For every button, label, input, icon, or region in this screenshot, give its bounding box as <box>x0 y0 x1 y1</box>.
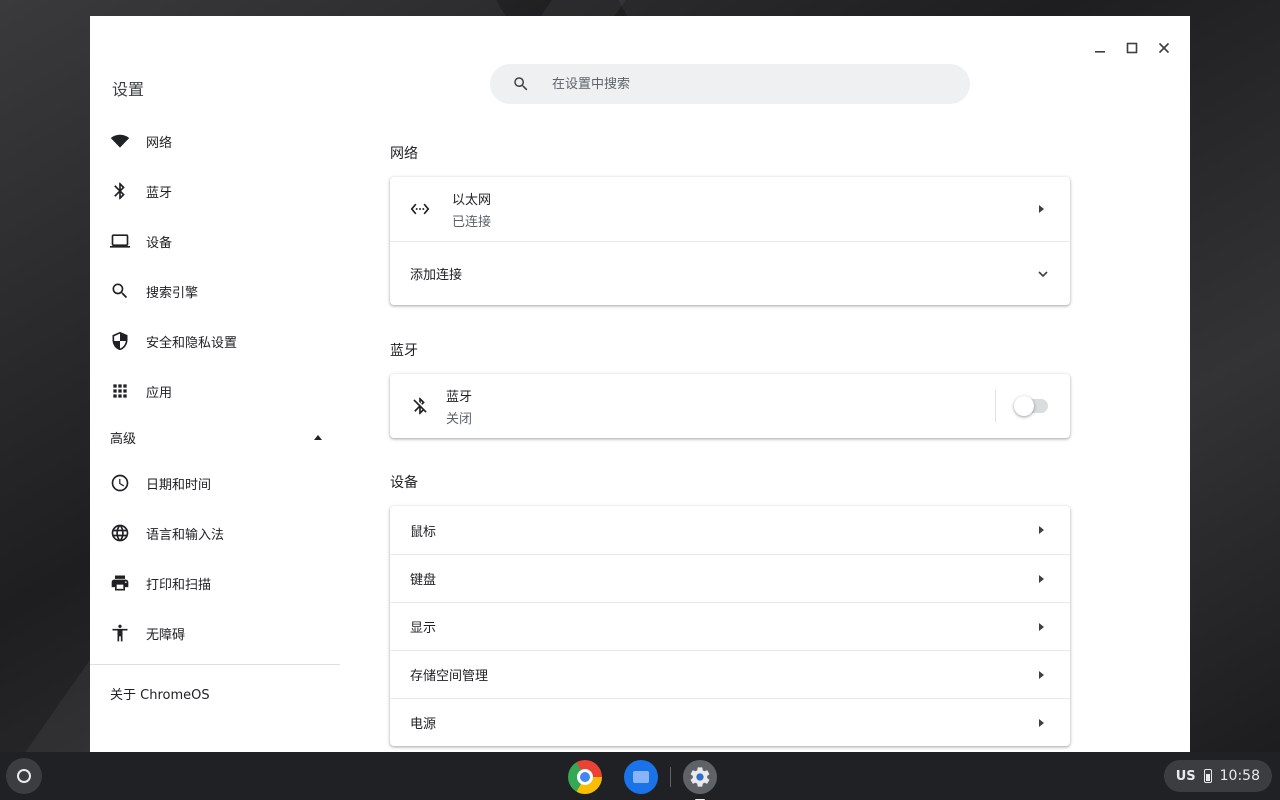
shelf-separator <box>670 767 671 787</box>
search-icon <box>110 281 130 301</box>
clock-icon <box>110 473 130 493</box>
sidebar-item-label: 无障碍 <box>146 627 186 643</box>
arrow-right-icon <box>1039 718 1044 727</box>
chrome-icon[interactable] <box>568 760 602 794</box>
battery-icon <box>1203 769 1212 783</box>
sidebar-item-accessibility[interactable]: 无障碍 <box>90 608 340 658</box>
sidebar-item-network[interactable]: 网络 <box>90 116 340 166</box>
settings-window: 设置 网络 蓝牙 设备 搜索引擎 安全和隐私设置 应用 <box>90 16 1190 752</box>
arrow-right-icon <box>1039 670 1044 679</box>
sidebar-item-security[interactable]: 安全和隐私设置 <box>90 316 340 366</box>
device-row-power[interactable]: 电源 <box>390 698 1070 746</box>
add-connection-label: 添加连接 <box>410 268 463 283</box>
ethernet-icon <box>410 199 434 219</box>
app-title: 设置 <box>112 80 145 99</box>
sidebar-item-apps[interactable]: 应用 <box>90 366 340 416</box>
device-row-mouse[interactable]: 鼠标 <box>390 506 1070 554</box>
shelf-apps <box>568 760 717 800</box>
section-title-device: 设备 <box>390 475 418 491</box>
sidebar-item-language[interactable]: 语言和输入法 <box>90 508 340 558</box>
files-icon[interactable] <box>624 760 658 794</box>
ethernet-name: 以太网 <box>452 192 492 208</box>
settings-search[interactable] <box>490 64 970 104</box>
sidebar-item-label: 搜索引擎 <box>146 285 199 301</box>
search-icon <box>512 75 530 93</box>
bluetooth-row[interactable]: 蓝牙 关闭 <box>390 374 1070 438</box>
sidebar-item-label: 设备 <box>146 235 173 251</box>
window-controls <box>1084 36 1180 60</box>
sidebar: 网络 蓝牙 设备 搜索引擎 安全和隐私设置 应用 高级 日期和时间 语言和输入法… <box>90 116 340 721</box>
chevron-down-icon <box>1036 267 1050 281</box>
caret-up-icon <box>314 434 322 440</box>
bluetooth-card: 蓝牙 关闭 <box>390 374 1070 438</box>
bluetooth-toggle[interactable] <box>1014 396 1048 416</box>
launcher-button[interactable] <box>6 758 42 794</box>
section-title-network: 网络 <box>390 146 418 162</box>
sidebar-item-print-scan[interactable]: 打印和扫描 <box>90 558 340 608</box>
sidebar-item-bluetooth[interactable]: 蓝牙 <box>90 166 340 216</box>
arrow-right-icon <box>1039 622 1044 631</box>
advanced-toggle[interactable]: 高级 <box>90 416 340 458</box>
ethernet-row[interactable]: 以太网 已连接 <box>390 177 1070 241</box>
accessibility-icon <box>110 623 130 643</box>
laptop-icon <box>110 231 130 251</box>
bluetooth-status: 关闭 <box>446 411 473 427</box>
minimize-icon <box>1095 51 1105 53</box>
device-card: 鼠标 键盘 显示 存储空间管理 电源 <box>390 506 1070 746</box>
sidebar-item-about[interactable]: 关于 ChromeOS <box>90 665 340 721</box>
add-connection-row[interactable]: 添加连接 <box>390 241 1070 305</box>
settings-icon[interactable] <box>683 760 717 800</box>
device-row-label: 键盘 <box>410 573 437 588</box>
sidebar-item-label: 打印和扫描 <box>146 577 212 593</box>
bluetooth-disabled-icon <box>410 396 434 416</box>
arrow-right-icon <box>1039 526 1044 534</box>
sidebar-item-label: 语言和输入法 <box>146 527 225 543</box>
printer-icon <box>110 573 130 593</box>
shelf: US 10:58 <box>0 752 1280 800</box>
device-row-label: 存储空间管理 <box>410 669 489 684</box>
device-row-storage[interactable]: 存储空间管理 <box>390 650 1070 698</box>
ethernet-status: 已连接 <box>452 214 492 230</box>
arrow-right-icon <box>1039 574 1044 583</box>
close-icon <box>1158 42 1170 54</box>
bluetooth-name: 蓝牙 <box>446 389 473 405</box>
arrow-right-icon <box>1039 205 1044 213</box>
device-row-label: 鼠标 <box>410 524 437 540</box>
sidebar-item-label: 日期和时间 <box>146 477 212 493</box>
sidebar-item-search-engine[interactable]: 搜索引擎 <box>90 266 340 316</box>
network-card: 以太网 已连接 添加连接 <box>390 177 1070 305</box>
device-row-label: 电源 <box>410 717 437 732</box>
sidebar-item-label: 安全和隐私设置 <box>146 335 238 351</box>
launcher-icon <box>17 769 31 783</box>
maximize-icon <box>1126 42 1138 54</box>
wifi-icon <box>110 131 130 151</box>
sidebar-item-label: 蓝牙 <box>146 185 173 201</box>
sidebar-item-label: 网络 <box>146 135 173 151</box>
shield-icon <box>110 331 130 351</box>
input-language: US <box>1175 768 1196 784</box>
sidebar-item-date-time[interactable]: 日期和时间 <box>90 458 340 508</box>
clock-time: 10:58 <box>1219 768 1260 784</box>
advanced-label: 高级 <box>110 431 137 447</box>
sidebar-item-device[interactable]: 设备 <box>90 216 340 266</box>
minimize-button[interactable] <box>1084 36 1116 60</box>
device-row-keyboard[interactable]: 键盘 <box>390 554 1070 602</box>
apps-grid-icon <box>110 381 130 401</box>
status-tray[interactable]: US 10:58 <box>1163 760 1272 792</box>
section-title-bluetooth: 蓝牙 <box>390 343 418 359</box>
device-row-label: 显示 <box>410 621 437 636</box>
toggle-knob <box>1014 396 1034 416</box>
sidebar-item-label: 应用 <box>146 385 173 401</box>
search-input[interactable] <box>552 76 932 92</box>
globe-icon <box>110 523 130 543</box>
maximize-button[interactable] <box>1116 36 1148 60</box>
row-divider <box>995 390 996 422</box>
close-button[interactable] <box>1148 36 1180 60</box>
device-row-display[interactable]: 显示 <box>390 602 1070 650</box>
bluetooth-icon <box>110 181 130 201</box>
